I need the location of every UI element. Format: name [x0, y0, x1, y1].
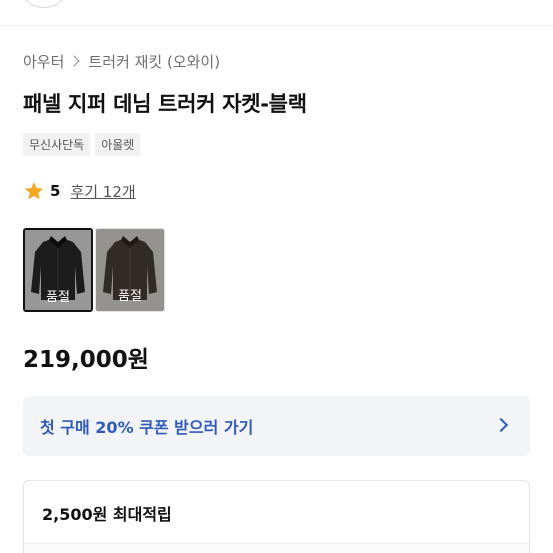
rating-score: 5 — [50, 182, 61, 200]
top-header — [0, 0, 553, 26]
chevron-right-icon — [68, 55, 81, 67]
star-icon — [24, 182, 44, 200]
first-purchase-coupon-button[interactable]: 첫 구매 20% 쿠폰 받으러 가기 — [23, 396, 530, 456]
breadcrumb-item-outer[interactable]: 아우터 — [23, 51, 64, 72]
points-panel: 2,500원 최대적립 — [23, 480, 530, 553]
product-price: 219,000원 — [23, 347, 149, 373]
breadcrumb: 아우터 트러커 재킷 (오와이) — [23, 50, 220, 72]
rating: 5 후기 12개 — [23, 180, 136, 202]
top-logo-button[interactable] — [22, 0, 66, 8]
reviews-link[interactable]: 후기 12개 — [70, 181, 135, 202]
thumbnail-black[interactable]: 품절 — [23, 228, 93, 312]
breadcrumb-item-trucker[interactable]: 트러커 재킷 (오와이) — [88, 51, 220, 72]
thumbnail-brown[interactable]: 품절 — [95, 228, 165, 312]
max-points-label: 2,500원 최대적립 — [42, 505, 172, 524]
points-panel-divider — [24, 543, 529, 553]
soldout-label: 품절 — [46, 290, 70, 305]
tag-exclusive: 무신사단독 — [23, 133, 91, 156]
tag-outlet: 아울렛 — [95, 133, 141, 156]
product-title: 패넬 지퍼 데님 트러커 자켓-블랙 — [23, 92, 307, 116]
color-thumbnails: 품절 품절 — [23, 228, 165, 312]
product-tags: 무신사단독 아울렛 — [23, 133, 141, 156]
soldout-label: 품절 — [118, 289, 142, 304]
coupon-label: 첫 구매 20% 쿠폰 받으러 가기 — [40, 418, 254, 437]
chevron-right-icon — [493, 417, 509, 433]
